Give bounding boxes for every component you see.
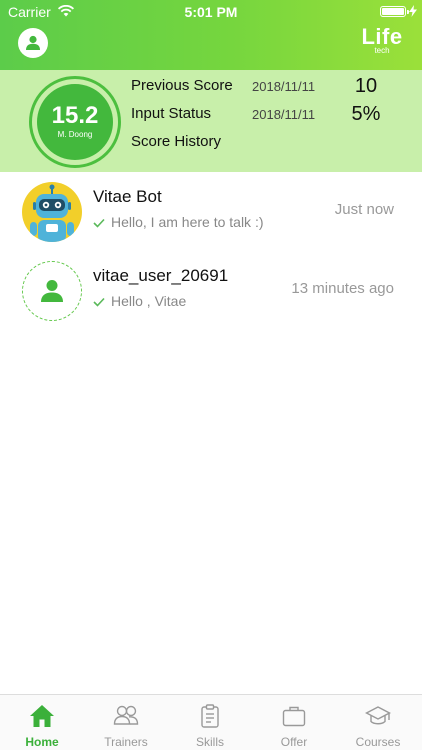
input-status-value: 5%	[351, 103, 381, 125]
tab-label: Home	[25, 735, 59, 749]
profile-button[interactable]	[18, 28, 48, 58]
previous-score-value: 10	[354, 75, 378, 97]
chat-message-text: Hello, I am here to talk :)	[111, 214, 264, 230]
graduation-cap-icon	[365, 706, 391, 725]
chat-list-item[interactable]: vitae_user_20691 Hello , Vitae 13 minute…	[0, 252, 422, 332]
app-logo: Life tech	[360, 26, 404, 55]
score-value: 15.2	[51, 102, 99, 129]
previous-score-date: 2018/11/11	[252, 79, 316, 94]
chat-name: vitae_user_20691	[93, 266, 229, 285]
chat-name: Vitae Bot	[93, 187, 162, 206]
checkmark-icon	[93, 298, 105, 307]
user-icon	[26, 35, 40, 50]
robot-icon	[30, 184, 74, 242]
chat-message-preview: Hello, I am here to talk :)	[93, 214, 264, 230]
tab-home[interactable]: Home	[0, 695, 84, 750]
chat-message-preview: Hello , Vitae	[93, 293, 186, 309]
tab-label: Offer	[280, 735, 308, 749]
logo-main-text: Life	[361, 24, 403, 49]
status-bar: Carrier 5:01 PM	[0, 0, 422, 22]
score-user-name: M. Doong	[57, 130, 93, 139]
chat-message-text: Hello , Vitae	[111, 293, 187, 309]
user-icon	[41, 280, 63, 302]
previous-score-label: Previous Score	[131, 77, 233, 94]
clipboard-icon	[201, 704, 219, 728]
chat-timestamp: 13 minutes ago	[291, 280, 394, 297]
tab-label: Skills	[195, 735, 224, 749]
bottom-tab-bar: Home Trainers Skills Offer Courses	[0, 694, 422, 750]
input-status-label: Input Status	[131, 105, 212, 122]
user-avatar	[22, 261, 82, 321]
battery-icon	[380, 6, 409, 17]
tab-label: Courses	[355, 735, 401, 749]
charging-bolt-icon	[409, 5, 417, 17]
app-header: Carrier 5:01 PM Life tech	[0, 0, 422, 70]
tab-skills[interactable]: Skills	[168, 695, 252, 750]
people-icon	[113, 705, 139, 725]
score-history-link[interactable]: Score History	[131, 133, 221, 150]
briefcase-icon	[282, 706, 306, 727]
input-status-date: 2018/11/11	[252, 107, 316, 122]
score-panel: 15.2 M. Doong Previous Score 2018/11/11 …	[0, 70, 422, 172]
score-badge[interactable]: 15.2 M. Doong	[29, 76, 121, 168]
tab-label: Trainers	[104, 735, 148, 749]
checkmark-icon	[93, 219, 105, 228]
bot-avatar	[22, 182, 82, 242]
tab-courses[interactable]: Courses	[336, 695, 420, 750]
clock: 5:01 PM	[184, 4, 238, 20]
home-icon	[30, 705, 54, 727]
chat-list-item[interactable]: Vitae Bot Hello, I am here to talk :) Ju…	[0, 172, 422, 252]
tab-trainers[interactable]: Trainers	[84, 695, 168, 750]
tab-offer[interactable]: Offer	[252, 695, 336, 750]
chat-timestamp: Just now	[334, 201, 394, 218]
